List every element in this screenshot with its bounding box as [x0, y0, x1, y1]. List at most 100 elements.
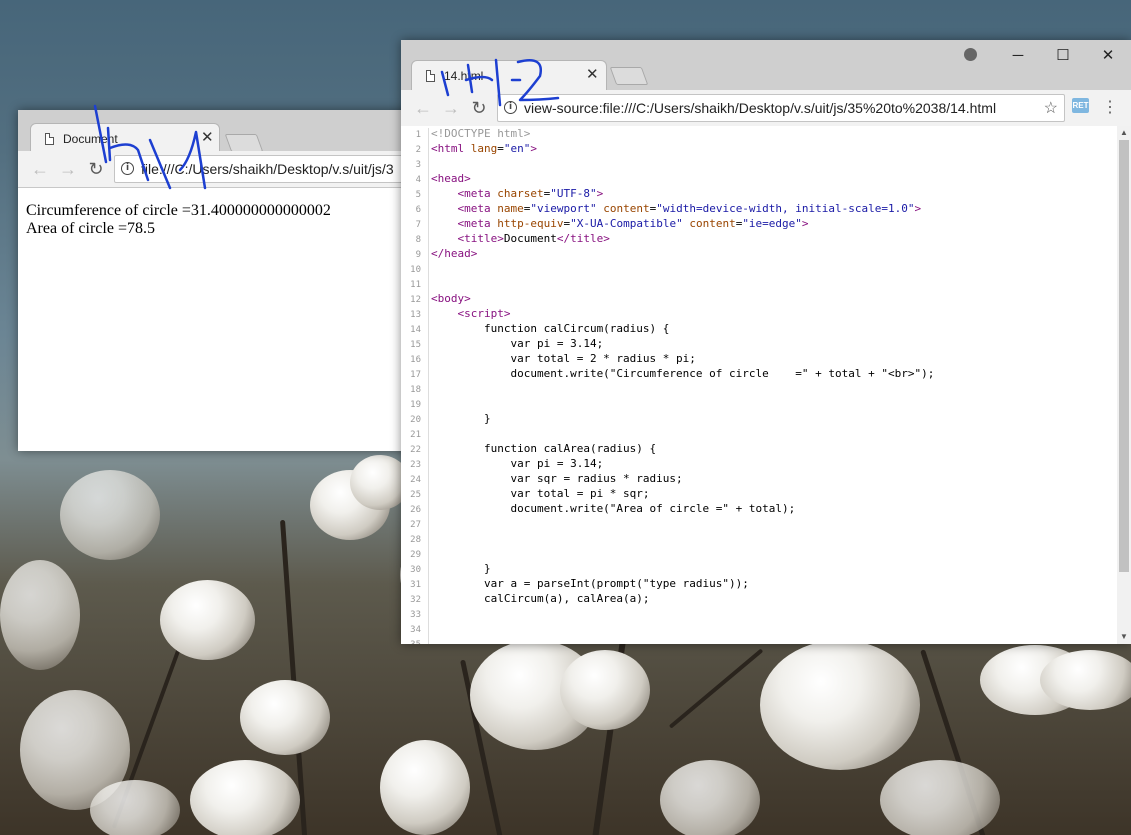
wallpaper-cotton-boll [0, 560, 80, 670]
close-tab-icon[interactable]: ✕ [201, 129, 214, 147]
back-arrow-icon[interactable]: ← [28, 157, 52, 181]
source-line: 35 [401, 636, 1117, 644]
browser-toolbar: ← → ↻ i file:///C:/Users/shaikh/Desktop/… [18, 151, 418, 188]
source-line: 21 [401, 426, 1117, 443]
tab-document[interactable]: Document ✕ [30, 123, 220, 153]
close-tab-icon[interactable]: ✕ [586, 66, 599, 84]
source-line: 31 var a = parseInt(prompt("type radius"… [401, 576, 1117, 593]
scrollbar-thumb[interactable] [1119, 140, 1129, 572]
reload-icon[interactable]: ↻ [84, 157, 108, 181]
source-code-text: <meta name="viewport" content="width=dev… [457, 202, 922, 215]
source-code-view: 1 <!DOCTYPE html> 2 <html lang="en"> 3 4 <head… [401, 126, 1117, 644]
source-code-text: <meta charset="UTF-8"> [457, 187, 604, 200]
source-code-text: } [431, 562, 491, 575]
source-line: 10 [401, 261, 1117, 278]
source-code-text: <script> [457, 307, 511, 320]
vertical-scrollbar[interactable]: ▲ ▼ [1117, 126, 1131, 644]
browser-toolbar: ← → ↻ i view-source:file:///C:/Users/sha… [401, 90, 1131, 127]
tab-14-html[interactable]: 14.html ✕ [411, 60, 607, 90]
source-line: 5 <meta charset="UTF-8"> [401, 186, 1117, 203]
source-line: 27 [401, 516, 1117, 533]
source-line: 25 var total = pi * sqr; [401, 486, 1117, 503]
source-code-text: <title>Document</title> [457, 232, 610, 245]
source-line: 30 } [401, 561, 1117, 578]
scroll-up-arrow-icon[interactable]: ▲ [1117, 126, 1131, 140]
source-line: 26 document.write("Area of circle =" + t… [401, 501, 1117, 518]
source-code-text: <body> [431, 292, 471, 305]
close-window-icon[interactable]: ✕ [1091, 46, 1125, 66]
source-line: 19 [401, 396, 1117, 413]
output-circumference: Circumference of circle =31.400000000000… [26, 202, 331, 219]
source-line: 15 var pi = 3.14; [401, 336, 1117, 353]
source-line: 8 <title>Document</title> [401, 231, 1117, 248]
address-bar-url: file:///C:/Users/shaikh/Desktop/v.s/uit/… [141, 161, 394, 177]
source-line: 12 <body> [401, 291, 1117, 308]
forward-arrow-icon[interactable]: → [56, 157, 80, 181]
wallpaper-cotton-boll [560, 650, 650, 730]
extension-icon[interactable]: RET [1072, 98, 1089, 113]
browser-window-view-source: 14.html ✕ ─ ☐ ✕ ← → ↻ i view-source:file… [401, 40, 1131, 644]
source-line: 7 <meta http-equiv="X-UA-Compatible" con… [401, 216, 1117, 233]
star-bookmark-icon[interactable]: ☆ [1044, 98, 1058, 118]
source-code-text: var a = parseInt(prompt("type radius")); [431, 577, 749, 590]
page-content: Circumference of circle =31.400000000000… [18, 188, 418, 451]
address-bar[interactable]: i file:///C:/Users/shaikh/Desktop/v.s/ui… [114, 155, 418, 183]
source-code-text: <html lang="en"> [431, 142, 537, 155]
source-line: 28 [401, 531, 1117, 548]
source-line: 9 </head> [401, 246, 1117, 263]
source-line: 32 calCircum(a), calArea(a); [401, 591, 1117, 608]
tab-title: 14.html [444, 69, 484, 83]
source-code-text: function calArea(radius) { [431, 442, 657, 455]
source-line: 20 } [401, 411, 1117, 428]
source-line: 17 document.write("Circumference of circ… [401, 366, 1117, 383]
source-code-text: document.write("Circumference of circle … [431, 367, 935, 380]
source-line: 11 [401, 276, 1117, 293]
wallpaper-cotton-boll [160, 580, 255, 660]
page-icon [426, 70, 435, 82]
source-line: 22 function calArea(radius) { [401, 441, 1117, 458]
wallpaper-cotton-boll [1040, 650, 1131, 710]
maximize-icon[interactable]: ☐ [1046, 46, 1080, 66]
output-area: Area of circle =78.5 [26, 220, 155, 237]
info-icon[interactable]: i [504, 101, 517, 114]
source-line: 23 var pi = 3.14; [401, 456, 1117, 473]
source-code-text: } [431, 412, 491, 425]
wallpaper-cotton-boll [190, 760, 300, 835]
source-line: 34 [401, 621, 1117, 638]
new-tab-button[interactable] [609, 67, 649, 85]
source-code-text: <!DOCTYPE html> [431, 127, 531, 140]
source-line: 3 [401, 156, 1117, 173]
source-code-text: var total = 2 * radius * pi; [431, 352, 696, 365]
new-tab-button[interactable] [224, 134, 264, 152]
source-line: 24 var sqr = radius * radius; [401, 471, 1117, 488]
menu-dots-icon[interactable]: ⋮ [1098, 96, 1122, 120]
address-bar-url: view-source:file:///C:/Users/shaikh/Desk… [524, 100, 997, 116]
forward-arrow-icon[interactable]: → [439, 96, 463, 120]
tab-strip: Document ✕ [18, 110, 418, 153]
browser-window-document: Document ✕ ← → ↻ i file:///C:/Users/shai… [18, 110, 418, 451]
source-code-text: var sqr = radius * radius; [431, 472, 683, 485]
source-line: 18 [401, 381, 1117, 398]
source-code-text: var total = pi * sqr; [431, 487, 650, 500]
source-line: 33 [401, 606, 1117, 623]
user-profile-icon[interactable] [964, 48, 977, 61]
tab-title: Document [63, 132, 118, 146]
wallpaper-cotton-boll [90, 780, 180, 835]
source-code-text: <meta http-equiv="X-UA-Compatible" conte… [457, 217, 809, 230]
source-code-text: </head> [431, 247, 478, 260]
line-number: 35 [401, 638, 429, 644]
source-code-text: var pi = 3.14; [431, 457, 604, 470]
address-bar[interactable]: i view-source:file:///C:/Users/shaikh/De… [497, 94, 1065, 122]
source-line: 4 <head> [401, 171, 1117, 188]
source-line: 6 <meta name="viewport" content="width=d… [401, 201, 1117, 218]
source-line: 14 function calCircum(radius) { [401, 321, 1117, 338]
minimize-icon[interactable]: ─ [1001, 46, 1035, 66]
back-arrow-icon[interactable]: ← [411, 96, 435, 120]
info-icon[interactable]: i [121, 162, 134, 175]
reload-icon[interactable]: ↻ [467, 96, 491, 120]
wallpaper-cotton-boll [60, 470, 160, 560]
wallpaper-cotton-boll [240, 680, 330, 755]
scroll-down-arrow-icon[interactable]: ▼ [1117, 630, 1131, 644]
source-code-text: document.write("Area of circle =" + tota… [431, 502, 796, 515]
source-code-text: var pi = 3.14; [431, 337, 604, 350]
